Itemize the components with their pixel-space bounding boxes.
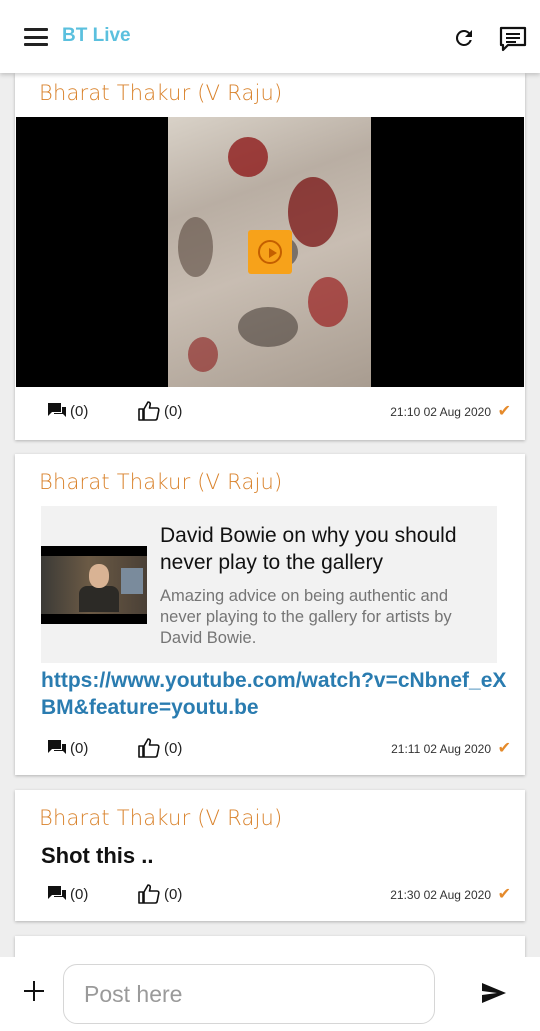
- like-button[interactable]: (0): [137, 737, 182, 759]
- post-actions: (0) (0) 21:10 02 Aug 2020 ✔: [15, 398, 525, 428]
- thumbs-up-icon: [138, 738, 160, 758]
- link-preview-title: David Bowie on why you should never play…: [160, 524, 457, 574]
- comment-count: (0): [70, 402, 89, 420]
- post-timestamp: 21:10 02 Aug 2020: [390, 405, 491, 419]
- post-card: Bharat Thakur (V Raju) (0) (0) 21:10 02 …: [15, 73, 525, 440]
- video-player[interactable]: [16, 117, 524, 387]
- app-title: BT Live: [62, 25, 131, 46]
- link-preview-description: Amazing advice on being authentic and ne…: [160, 587, 452, 647]
- comment-icon: [48, 740, 66, 754]
- send-icon[interactable]: [480, 981, 508, 1005]
- comment-icon: [48, 886, 66, 900]
- like-count: (0): [164, 885, 183, 903]
- post-actions: (0) (0) 21:11 02 Aug 2020 ✔: [15, 735, 525, 765]
- comment-button[interactable]: (0): [47, 885, 88, 903]
- post-timestamp: 21:30 02 Aug 2020: [390, 888, 491, 902]
- check-icon: ✔: [497, 886, 511, 903]
- post-text: Shot this ..: [41, 843, 154, 868]
- post-card: [15, 936, 525, 957]
- like-count: (0): [164, 402, 183, 420]
- play-icon: [258, 240, 282, 264]
- post-author[interactable]: Bharat Thakur (V Raju): [39, 470, 282, 494]
- post-input[interactable]: [63, 964, 435, 1024]
- play-button[interactable]: [248, 230, 292, 274]
- thumbs-up-icon: [138, 401, 160, 421]
- post-author[interactable]: Bharat Thakur (V Raju): [39, 81, 282, 105]
- post-composer: [0, 957, 540, 1031]
- chat-bubble-icon[interactable]: [499, 26, 527, 52]
- comment-button[interactable]: (0): [47, 402, 88, 420]
- post-actions: (0) (0) 21:30 02 Aug 2020 ✔: [15, 881, 525, 911]
- post-author[interactable]: Bharat Thakur (V Raju): [39, 806, 282, 830]
- post-link[interactable]: https://www.youtube.com/watch?v=cNbnef_e…: [41, 667, 511, 721]
- check-icon: ✔: [497, 740, 511, 757]
- post-card: Bharat Thakur (V Raju) David Bowie on wh…: [15, 454, 525, 775]
- thumbs-up-icon: [138, 884, 160, 904]
- comment-button[interactable]: (0): [47, 739, 88, 757]
- check-icon: ✔: [497, 403, 511, 420]
- post-feed[interactable]: Bharat Thakur (V Raju) (0) (0) 21:10 02 …: [0, 73, 540, 957]
- link-preview[interactable]: David Bowie on why you should never play…: [41, 506, 497, 663]
- post-card: Bharat Thakur (V Raju) Shot this .. (0) …: [15, 790, 525, 921]
- like-button[interactable]: (0): [137, 883, 182, 905]
- app-bar: BT Live: [0, 0, 540, 73]
- like-button[interactable]: (0): [137, 400, 182, 422]
- add-icon[interactable]: [22, 979, 46, 1003]
- like-count: (0): [164, 739, 183, 757]
- link-preview-thumbnail: [41, 546, 147, 624]
- refresh-icon[interactable]: [452, 26, 476, 50]
- menu-icon[interactable]: [24, 28, 48, 46]
- comment-count: (0): [70, 739, 89, 757]
- post-timestamp: 21:11 02 Aug 2020: [391, 742, 491, 756]
- comment-count: (0): [70, 885, 89, 903]
- comment-icon: [48, 403, 66, 417]
